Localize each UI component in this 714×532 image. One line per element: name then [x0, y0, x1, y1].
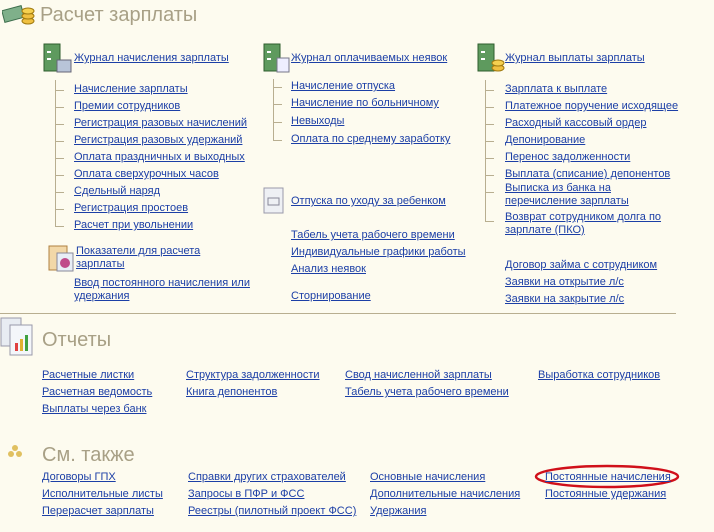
- tree-branch: [273, 122, 282, 123]
- tree-branch: [55, 141, 64, 142]
- tree-item-link[interactable]: Оплата сверхурочных часов: [74, 168, 219, 181]
- tree-item-link[interactable]: Расходный кассовый ордер: [505, 117, 646, 130]
- tree-item-link[interactable]: Оплата праздничных и выходных: [74, 151, 245, 164]
- tree-item-link[interactable]: Оплата по среднему заработку: [291, 133, 450, 146]
- tree-item-link[interactable]: Выплата (списание) депонентов: [505, 168, 670, 181]
- tree-item-link[interactable]: Зарплата к выплате: [505, 83, 607, 96]
- journal-coins-icon: [477, 43, 505, 72]
- tree-branch: [273, 87, 282, 88]
- tree-item-link[interactable]: Премии сотрудников: [74, 100, 180, 113]
- see-also-link[interactable]: Перерасчет зарплаты: [42, 505, 154, 518]
- childcare-leave-link[interactable]: Отпуска по уходу за ребенком: [291, 195, 446, 208]
- tree-item-link[interactable]: Начисление по больничному: [291, 97, 439, 110]
- tree-item-link[interactable]: Платежное поручение исходящее: [505, 100, 678, 113]
- report-link[interactable]: Книга депонентов: [186, 386, 277, 399]
- tree-item-link[interactable]: Сдельный наряд: [74, 185, 160, 198]
- tree-branch: [485, 175, 494, 176]
- permanent-entry-link[interactable]: Ввод постоянного начисления или удержани…: [74, 277, 254, 303]
- see-also-link[interactable]: Справки других страхователей: [188, 471, 346, 484]
- section-title-salary: Расчет зарплаты: [40, 4, 198, 26]
- link-individual-schedules[interactable]: Индивидуальные графики работы: [291, 246, 466, 259]
- document-form-icon: [263, 187, 284, 214]
- tree-branch: [485, 141, 494, 142]
- tree-branch: [485, 192, 494, 193]
- see-also-link[interactable]: Исполнительные листы: [42, 488, 163, 501]
- tree-item-link[interactable]: Расчет при увольнении: [74, 219, 193, 232]
- tree-branch: [55, 124, 64, 125]
- see-also-link[interactable]: Постоянные начисления: [545, 471, 671, 484]
- see-also-link[interactable]: Основные начисления: [370, 471, 485, 484]
- link-account-opening[interactable]: Заявки на открытие л/с: [505, 276, 624, 289]
- tree-branch: [55, 175, 64, 176]
- see-also-link[interactable]: Договоры ГПХ: [42, 471, 116, 484]
- see-also-icon: [8, 445, 22, 457]
- journal-calculator-icon: [43, 43, 72, 73]
- tree-item-link[interactable]: Регистрация разовых удержаний: [74, 134, 242, 147]
- tree-item-link[interactable]: Начисление зарплаты: [74, 83, 188, 96]
- link-loan-agreement[interactable]: Договор займа с сотрудником: [505, 259, 657, 272]
- journal-document-icon: [263, 43, 290, 73]
- tree-branch: [273, 104, 282, 105]
- tree-branch: [485, 221, 494, 222]
- storno-link[interactable]: Сторнирование: [291, 290, 371, 303]
- tree-branch: [485, 107, 494, 108]
- journal-payments-link[interactable]: Журнал выплаты зарплаты: [505, 52, 645, 65]
- tree-branch: [55, 209, 64, 210]
- tree-branch: [55, 158, 64, 159]
- see-also-link[interactable]: Постоянные удержания: [545, 488, 666, 501]
- see-also-link[interactable]: Удержания: [370, 505, 426, 518]
- see-also-link[interactable]: Дополнительные начисления: [370, 488, 520, 501]
- report-link[interactable]: Расчетная ведомость: [42, 386, 152, 399]
- indicators-link[interactable]: Показатели для расчета зарплаты: [76, 245, 226, 271]
- see-also-link[interactable]: Запросы в ПФР и ФСС: [188, 488, 304, 501]
- tree-branch: [485, 158, 494, 159]
- report-link[interactable]: Табель учета рабочего времени: [345, 386, 509, 399]
- section-title-see-also: См. также: [42, 444, 135, 466]
- link-timesheet[interactable]: Табель учета рабочего времени: [291, 229, 455, 242]
- tree-branch: [55, 90, 64, 91]
- tree-item-link[interactable]: Перенос задолженности: [505, 151, 630, 164]
- report-link[interactable]: Выработка сотрудников: [538, 369, 660, 382]
- link-absence-analysis[interactable]: Анализ неявок: [291, 263, 366, 276]
- tree-item-link[interactable]: Начисление отпуска: [291, 80, 395, 93]
- tree-branch: [273, 140, 282, 141]
- link-account-closing[interactable]: Заявки на закрытие л/с: [505, 293, 624, 306]
- tree-item-link[interactable]: Регистрация разовых начислений: [74, 117, 247, 130]
- journal-salary-link[interactable]: Журнал начисления зарплаты: [74, 52, 229, 65]
- tree-branch: [55, 226, 64, 227]
- money-coins-icon: [2, 5, 35, 25]
- report-link[interactable]: Расчетные листки: [42, 369, 134, 382]
- reports-icon: [0, 317, 33, 356]
- tree-branch: [55, 107, 64, 108]
- tree-item-link[interactable]: Возврат сотрудником долга по зарплате (П…: [505, 211, 675, 237]
- report-link[interactable]: Выплаты через банк: [42, 403, 147, 416]
- see-also-link[interactable]: Реестры (пилотный проект ФСС): [188, 505, 356, 518]
- tree-item-link[interactable]: Выписка из банка на перечисление зарплат…: [505, 182, 675, 208]
- journal-absences-link[interactable]: Журнал оплачиваемых неявок: [291, 52, 447, 65]
- tree-item-link[interactable]: Депонирование: [505, 134, 585, 147]
- section-divider: [0, 313, 676, 314]
- indicators-clipboard-icon: [48, 245, 74, 272]
- section-title-reports: Отчеты: [42, 329, 112, 351]
- tree-item-link[interactable]: Невыходы: [291, 115, 344, 128]
- report-link[interactable]: Структура задолженности: [186, 369, 320, 382]
- tree-branch: [55, 192, 64, 193]
- tree-branch: [485, 90, 494, 91]
- tree-item-link[interactable]: Регистрация простоев: [74, 202, 188, 215]
- report-link[interactable]: Свод начисленной зарплаты: [345, 369, 492, 382]
- tree-branch: [485, 124, 494, 125]
